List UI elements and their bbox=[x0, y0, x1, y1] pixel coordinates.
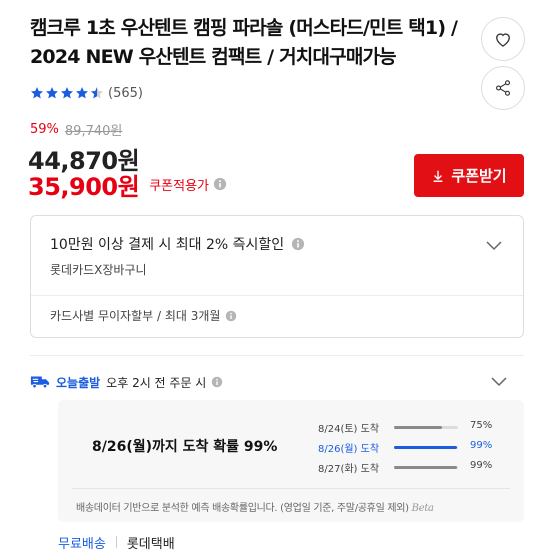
review-count[interactable]: (565) bbox=[108, 86, 143, 101]
download-icon bbox=[434, 170, 443, 182]
probability-note-text: 배송데이터 기반으로 분석한 예측 배송확률입니다. (영업일 기준, 주말/공… bbox=[76, 503, 409, 514]
divider bbox=[115, 536, 117, 548]
coupon-download-button[interactable]: 쿠폰받기 bbox=[414, 154, 524, 197]
delivery-probability-panel: 8/26(월)까지 도착 확률 99% 8/24(토) 도착 75% 8/26(… bbox=[58, 400, 524, 522]
probability-percent: 75% bbox=[470, 420, 493, 431]
delivery-cutoff: 오후 2시 전 주문 시 bbox=[106, 375, 207, 390]
discount-row: 59% 89,740원 bbox=[30, 121, 123, 139]
star-icon bbox=[31, 87, 43, 99]
installment-row[interactable]: 카드사별 무이자할부 / 최대 3개월 bbox=[50, 307, 237, 324]
probability-date: 8/26(월) 도착 bbox=[318, 444, 380, 455]
today-shipping-badge: 오늘출발 bbox=[56, 375, 101, 390]
card-benefit-panel: 10만원 이상 결제 시 최대 2% 즉시할인 롯데카드X장바구니 카드사별 무… bbox=[30, 215, 524, 338]
card-benefit-title-row[interactable]: 10만원 이상 결제 시 최대 2% 즉시할인 bbox=[50, 234, 305, 254]
chevron-down-icon[interactable] bbox=[485, 236, 503, 255]
delivery-probability-list: 8/24(토) 도착 75% 8/26(월) 도착 99% 8/27(화) 도착… bbox=[318, 418, 518, 478]
info-icon[interactable] bbox=[225, 310, 237, 322]
probability-row: 8/27(화) 도착 99% bbox=[318, 458, 518, 478]
heart-icon bbox=[496, 33, 510, 47]
delivery-probability-headline: 8/26(월)까지 도착 확률 99% bbox=[92, 439, 278, 455]
coupon-button-label: 쿠폰받기 bbox=[451, 167, 507, 185]
share-icon bbox=[495, 80, 511, 96]
divider bbox=[31, 295, 523, 296]
probability-row: 8/24(토) 도착 75% bbox=[318, 418, 518, 438]
probability-bar bbox=[394, 466, 458, 469]
original-price: 89,740원 bbox=[64, 123, 123, 139]
probability-bar bbox=[394, 426, 458, 429]
section-divider bbox=[30, 355, 524, 356]
wishlist-button[interactable] bbox=[481, 17, 525, 61]
truck-icon bbox=[30, 376, 50, 389]
discount-rate: 59% bbox=[30, 121, 59, 137]
coupon-price: 35,900원 bbox=[28, 172, 140, 201]
star-icon bbox=[76, 87, 88, 99]
probability-note: 배송데이터 기반으로 분석한 예측 배송확률입니다. (영업일 기준, 주말/공… bbox=[76, 499, 434, 514]
probability-bar bbox=[394, 446, 458, 449]
probability-bar-fill bbox=[394, 446, 458, 449]
card-benefit-subtitle: 롯데카드X장바구니 bbox=[50, 263, 147, 277]
beta-label: Beta bbox=[411, 503, 434, 514]
info-icon[interactable] bbox=[211, 376, 223, 388]
probability-date: 8/27(화) 도착 bbox=[318, 464, 380, 475]
half-star-icon bbox=[91, 87, 103, 99]
rating-row[interactable]: (565) bbox=[30, 84, 143, 102]
chevron-down-icon[interactable] bbox=[490, 372, 508, 391]
info-icon[interactable] bbox=[291, 237, 305, 251]
star-icon bbox=[46, 87, 58, 99]
delivery-summary-row[interactable]: 오늘출발 오후 2시 전 주문 시 bbox=[30, 372, 524, 392]
product-title: 캠크루 1초 우산텐트 캠핑 파라솔 (머스타드/민트 택1) / 2024 N… bbox=[30, 17, 458, 68]
coupon-price-row: 35,900원 쿠폰적용가 bbox=[28, 170, 227, 201]
coupon-price-label: 쿠폰적용가 bbox=[149, 178, 210, 194]
installment-text: 카드사별 무이자할부 / 최대 3개월 bbox=[50, 309, 221, 323]
probability-bar-fill bbox=[394, 426, 442, 429]
probability-date: 8/24(토) 도착 bbox=[318, 424, 380, 435]
carrier-name: 롯데택배 bbox=[126, 536, 175, 552]
info-icon[interactable] bbox=[213, 177, 227, 191]
probability-bar-fill bbox=[394, 466, 458, 469]
probability-percent: 99% bbox=[470, 460, 493, 471]
probability-percent: 99% bbox=[470, 440, 493, 451]
shipping-info-row: 무료배송 롯데택배 bbox=[58, 533, 175, 552]
free-shipping-label: 무료배송 bbox=[58, 536, 106, 552]
probability-row: 8/26(월) 도착 99% bbox=[318, 438, 518, 458]
divider bbox=[72, 488, 510, 489]
star-icon bbox=[61, 87, 73, 99]
star-rating bbox=[30, 86, 104, 100]
card-benefit-title: 10만원 이상 결제 시 최대 2% 즉시할인 bbox=[50, 237, 285, 253]
share-button[interactable] bbox=[481, 66, 525, 110]
